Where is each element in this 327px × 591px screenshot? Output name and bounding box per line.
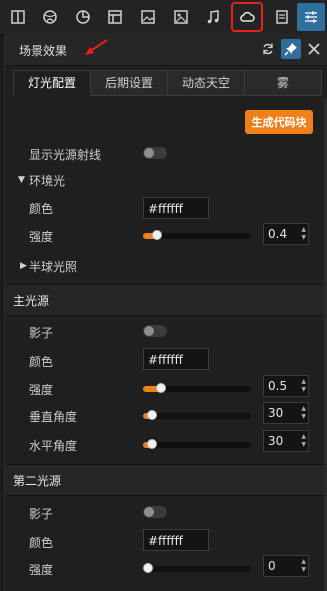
ambient-label[interactable]: 环境光 [29,172,65,189]
vertical-angle-input[interactable]: 30 ▲ ▼ [263,402,309,424]
tab-dynamic-sky[interactable]: 动态天空 [168,70,245,96]
slider-knob[interactable] [156,383,167,393]
caret-right-icon[interactable]: ▶ [20,261,27,271]
ambient-intensity-value: 0.4 [268,227,288,241]
vertical-angle-label: 垂直角度 [29,410,78,424]
panel-title: 场景效果 [19,44,68,58]
second-light-header: 第二光源 [5,464,327,496]
main-intensity-value: 0.5 [268,379,288,393]
panel-header: 场景效果 [5,34,327,66]
second-shadow-label: 影子 [29,507,54,521]
second-intensity-value: 0 [268,559,276,573]
picture-icon[interactable] [167,3,195,31]
layout-icon[interactable] [101,3,129,31]
vertical-angle-value: 30 [268,406,284,420]
vertical-angle-slider[interactable] [143,410,251,420]
spinner-icon[interactable]: ▲ ▼ [301,378,306,394]
ambient-color-field[interactable]: #ffffff [143,197,209,219]
chart-pie-icon[interactable] [69,3,97,31]
show-rays-label: 显示光源射线 [29,148,102,162]
main-shadow-label: 影子 [29,326,54,340]
tab-lighting[interactable]: 灯光配置 [13,70,91,96]
second-intensity-input[interactable]: 0 ▲ ▼ [263,555,309,577]
ambient-intensity-label: 强度 [29,230,54,244]
hemisphere-label[interactable]: 半球光照 [29,258,77,275]
main-light-header: 主光源 [5,284,327,316]
ambient-color-label: 颜色 [29,202,54,216]
main-intensity-label: 强度 [29,383,54,397]
slider-knob[interactable] [143,563,153,573]
caret-down-icon[interactable]: ▼ [18,175,25,185]
second-color-label: 颜色 [29,536,54,550]
music-icon[interactable] [199,3,227,31]
red-arrow-icon [85,39,108,55]
second-color-field[interactable]: #ffffff [143,529,209,551]
sliders-icon[interactable] [297,3,325,31]
pin-icon[interactable] [281,39,301,59]
slider-knob[interactable] [146,439,157,449]
refresh-icon[interactable] [258,39,278,59]
main-color-field[interactable]: #ffffff [143,348,209,370]
ambient-intensity-input[interactable]: 0.4 ▲ ▼ [263,223,309,245]
spinner-icon[interactable]: ▲ ▼ [301,433,306,449]
horizontal-angle-input[interactable]: 30 ▲ ▼ [263,430,309,452]
spinner-icon[interactable]: ▲ ▼ [301,405,306,421]
globe-icon[interactable] [36,3,64,31]
ambient-intensity-slider[interactable] [143,230,251,240]
show-rays-toggle[interactable] [143,147,167,159]
second-intensity-label: 强度 [29,563,54,577]
main-intensity-input[interactable]: 0.5 ▲ ▼ [263,375,309,397]
cloud-icon[interactable] [231,2,263,32]
second-shadow-toggle[interactable] [143,506,167,518]
book-icon[interactable] [4,3,32,31]
close-icon[interactable] [304,39,324,59]
generate-code-button[interactable]: 生成代码块 [245,110,313,134]
horizontal-angle-label: 水平角度 [29,439,78,453]
second-intensity-slider[interactable] [143,563,251,573]
main-intensity-slider[interactable] [143,383,251,393]
spinner-icon[interactable]: ▲ ▼ [301,226,306,242]
tab-fog[interactable]: 雾 [245,70,322,96]
notes-icon[interactable] [268,3,296,31]
top-toolbar [0,0,327,35]
main-shadow-toggle[interactable] [143,325,167,337]
horizontal-angle-value: 30 [268,434,284,448]
main-color-label: 颜色 [29,355,54,369]
tab-bar: 灯光配置 后期设置 动态天空 雾 [13,70,322,96]
spinner-icon[interactable]: ▲ ▼ [301,558,306,574]
main-light-title: 主光源 [13,294,50,308]
scene-effects-panel: 场景效果 灯光配置 后期设置 动态天空 雾 生成代码块 显示光源射线 ▼ 环境光… [4,34,327,591]
slider-knob[interactable] [146,410,157,420]
second-light-title: 第二光源 [13,474,62,488]
image-icon[interactable] [134,3,162,31]
tab-post-processing[interactable]: 后期设置 [91,70,168,96]
slider-knob[interactable] [152,230,163,240]
horizontal-angle-slider[interactable] [143,439,251,449]
